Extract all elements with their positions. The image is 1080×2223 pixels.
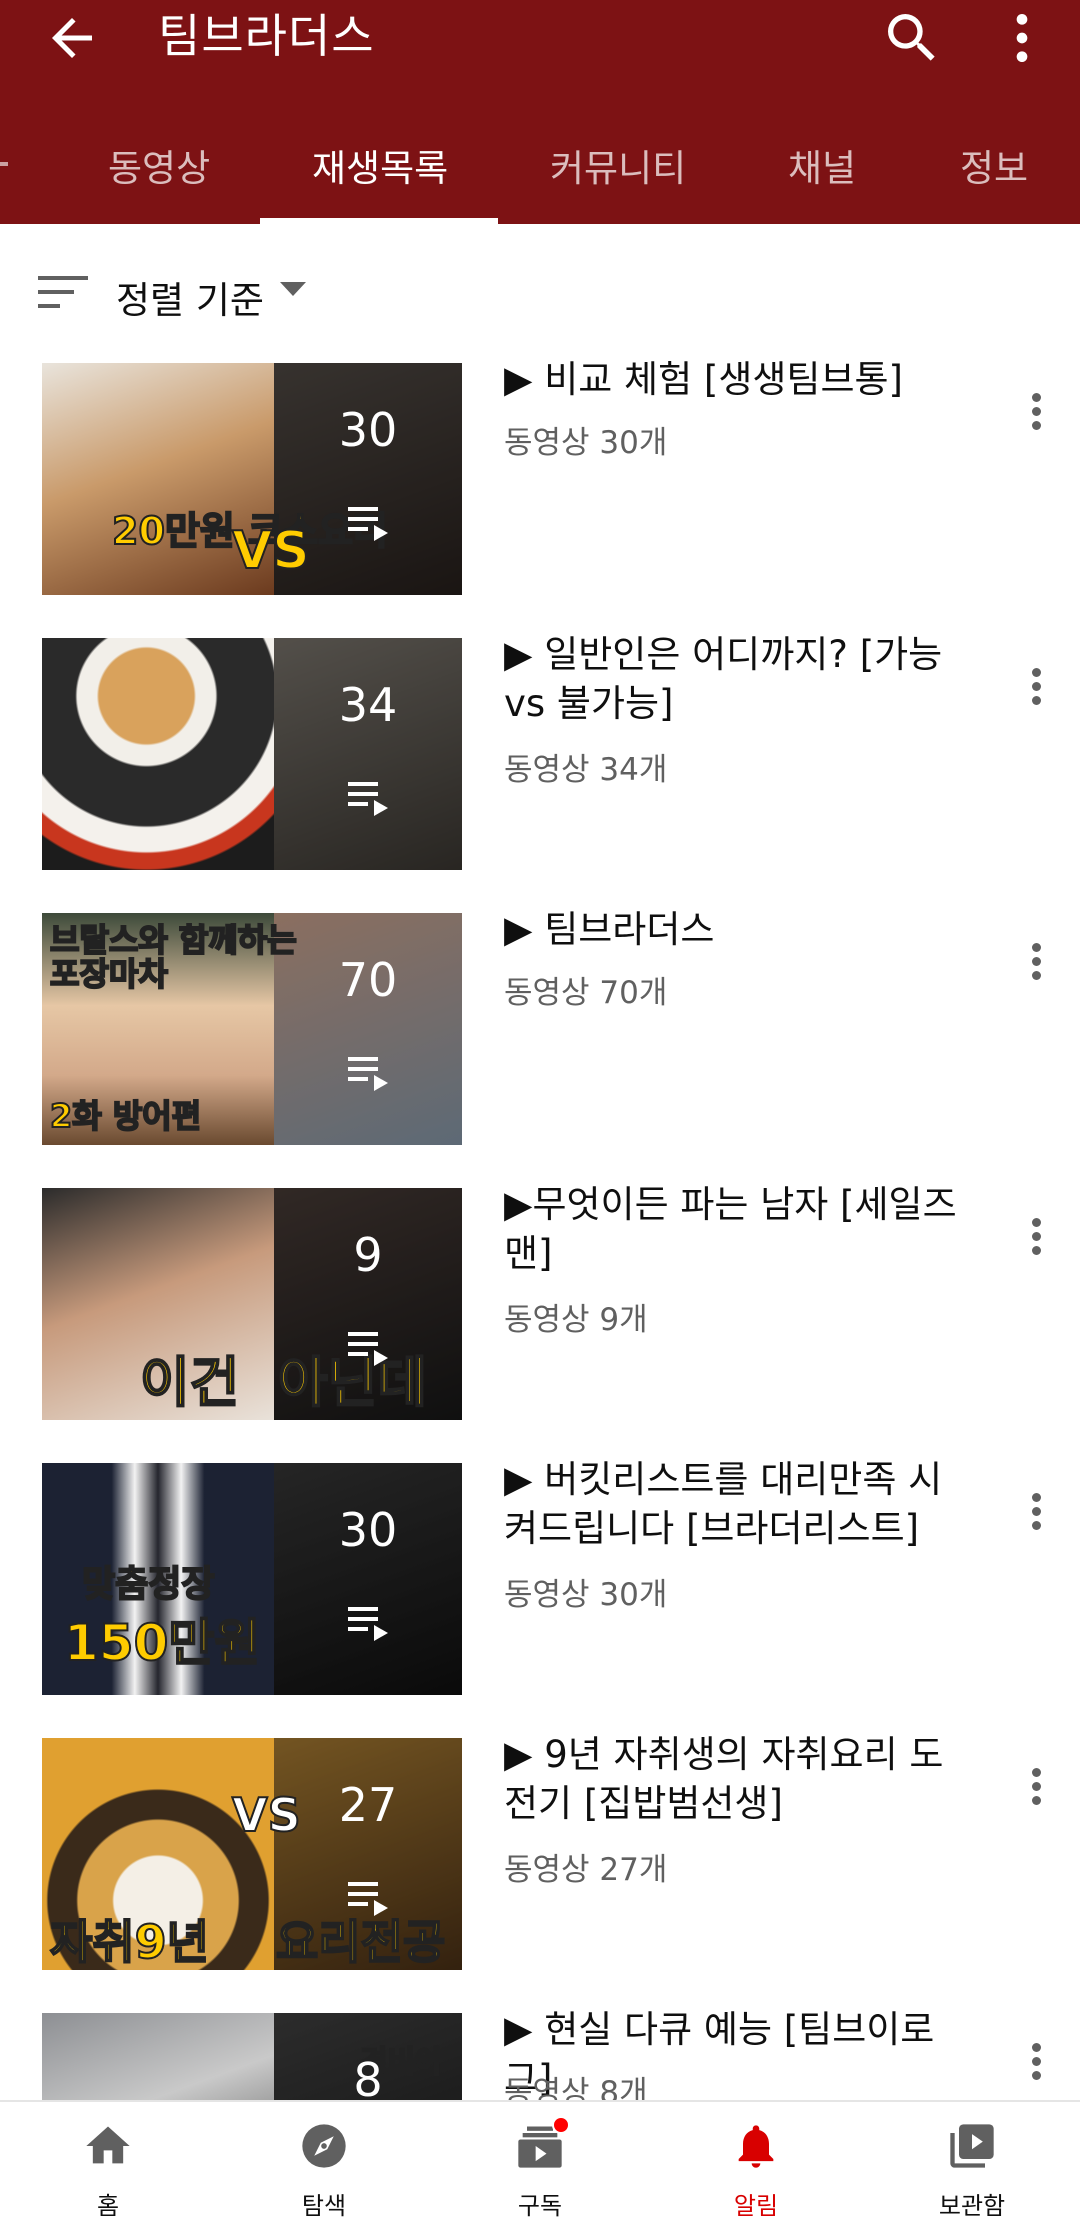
playlist-more-button[interactable] [1016, 1752, 1056, 1812]
bottom-navigation: 홈 탐색 구독 알림 보관함 [0, 2100, 1080, 2223]
playlist-subtitle: 동영상 30개 [504, 425, 668, 461]
nav-notifications[interactable]: 알림 [648, 2102, 864, 2223]
playlist-play-icon [348, 1882, 388, 1916]
playlist-thumbnail[interactable]: 이건 아닌데 9 [42, 1188, 462, 1420]
playlist-title[interactable]: ▶ 팀브라더스 [504, 905, 974, 954]
nav-library[interactable]: 보관함 [864, 2102, 1080, 2223]
playlist-item[interactable]: 34 ▶ 일반인은 어디까지? [가능 vs 불가능] 동영상 34개 [0, 633, 1080, 870]
channel-title: 팀브라더스 [158, 9, 375, 63]
library-icon [950, 2124, 994, 2168]
playlist-video-count: 30 [338, 1503, 398, 1557]
playlist-play-icon [348, 1332, 388, 1366]
tab-community[interactable]: 커뮤니티 [550, 138, 686, 192]
playlist-subtitle: 동영상 30개 [504, 1577, 668, 1613]
playlist-more-button[interactable] [1016, 1477, 1056, 1537]
playlist-title[interactable]: ▶무엇이든 파는 남자 [세일즈맨] [504, 1180, 974, 1278]
back-button[interactable] [42, 8, 102, 68]
nav-label: 탐색 [301, 2192, 347, 2220]
dropdown-caret-icon [280, 282, 306, 296]
playlist-subtitle: 동영상 9개 [504, 1302, 648, 1338]
thumbnail-caption: 포장마차 [49, 954, 169, 994]
playlist-thumbnail[interactable]: 맞춤정장 150만원 30 [42, 1463, 462, 1695]
playlist-title[interactable]: ▶ 비교 체험 [생생팀브통] [504, 355, 974, 404]
arrow-back-icon [52, 18, 92, 58]
nav-label: 알림 [733, 2192, 779, 2220]
playlist-title[interactable]: ▶ 일반인은 어디까지? [가능 vs 불가능] [504, 630, 974, 728]
playlist-subtitle: 동영상 70개 [504, 975, 668, 1011]
search-icon [888, 14, 935, 61]
playlist-video-count: 70 [338, 953, 398, 1007]
nav-label: 구독 [517, 2192, 563, 2220]
playlist-thumbnail[interactable]: 브랄스와 함께하는 포장마차 2화 방어편 70 [42, 913, 462, 1145]
sort-label: 정렬 기준 [116, 279, 264, 322]
active-tab-indicator [260, 218, 498, 224]
playlist-more-button[interactable] [1016, 1202, 1056, 1262]
thumbnail-image [42, 638, 274, 870]
thumbnail-caption: 맞춤정장 [81, 1563, 215, 1606]
playlist-play-icon [348, 1057, 388, 1091]
playlist-thumbnail[interactable]: 34 [42, 638, 462, 870]
playlist-title[interactable]: ▶ 9년 자취생의 자취요리 도전기 [집밥범선생] [504, 1730, 974, 1828]
thumbnail-caption: 150만원 [63, 1613, 261, 1673]
playlist-item[interactable]: 브랄스와 함께하는 포장마차 2화 방어편 70 ▶ 팀브라더스 동영상 70개 [0, 908, 1080, 1145]
playlist-item[interactable]: 이건 아닌데 9 ▶무엇이든 파는 남자 [세일즈맨] 동영상 9개 [0, 1183, 1080, 1420]
thumbnail-overlay [274, 913, 462, 1145]
playlist-video-count: 27 [338, 1778, 398, 1832]
channel-tabs: 동영상 재생목록 커뮤니티 채널 정보 [0, 120, 1080, 224]
thumbnail-overlay [274, 638, 462, 870]
bell-icon [738, 2125, 774, 2168]
explore-icon [302, 2124, 346, 2168]
sort-icon [38, 276, 88, 308]
tab-about[interactable]: 정보 [960, 138, 1028, 192]
nav-home[interactable]: 홈 [0, 2102, 216, 2223]
home-icon [86, 2126, 130, 2164]
playlist-play-icon [348, 507, 388, 541]
thumbnail-caption: 자취9년 [49, 1914, 210, 1970]
top-app-bar: 팀브라더스 [0, 0, 1080, 80]
playlist-subtitle: 동영상 27개 [504, 1852, 668, 1888]
playlist-more-button[interactable] [1016, 377, 1056, 437]
channel-header: 팀브라더스 동영상 재생목록 커뮤니티 채널 정보 [0, 0, 1080, 224]
playlist-play-icon [348, 1607, 388, 1641]
playlist-more-button[interactable] [1016, 2027, 1056, 2087]
tab-scroll-edge [0, 162, 8, 166]
nav-label: 홈 [96, 2192, 120, 2220]
playlist-play-icon [348, 782, 388, 816]
playlist-video-count: 8 [353, 2053, 383, 2107]
more-vert-icon [1016, 14, 1028, 62]
nav-label: 보관함 [938, 2192, 1006, 2220]
playlist-more-button[interactable] [1016, 652, 1056, 712]
notification-badge [552, 2116, 570, 2134]
playlist-item[interactable]: 맞춤정장 150만원 30 ▶ 버킷리스트를 대리만족 시켜드립니다 [브라더리… [0, 1458, 1080, 1695]
playlist-video-count: 30 [338, 403, 398, 457]
sort-button[interactable]: 정렬 기준 [38, 262, 338, 322]
tab-videos[interactable]: 동영상 [108, 138, 210, 192]
search-button[interactable] [880, 6, 944, 70]
tab-playlists[interactable]: 재생목록 [312, 138, 448, 192]
thumbnail-caption: 이건 [139, 1350, 240, 1415]
nav-subscriptions[interactable]: 구독 [432, 2102, 648, 2223]
playlist-title[interactable]: ▶ 버킷리스트를 대리만족 시켜드립니다 [브라더리스트] [504, 1455, 974, 1553]
playlist-more-button[interactable] [1016, 927, 1056, 987]
playlist-subtitle: 동영상 34개 [504, 752, 668, 788]
thumbnail-overlay [274, 1463, 462, 1695]
playlist-video-count: 34 [338, 678, 398, 732]
thumbnail-caption: VS [231, 520, 311, 582]
tab-channels[interactable]: 채널 [788, 138, 856, 192]
playlist-thumbnail[interactable]: VS 자취9년 요리전공 27 [42, 1738, 462, 1970]
playlist-thumbnail[interactable]: 20만원 코스요리 VS 30 [42, 363, 462, 595]
nav-explore[interactable]: 탐색 [216, 2102, 432, 2223]
playlist-item[interactable]: VS 자취9년 요리전공 27 ▶ 9년 자취생의 자취요리 도전기 [집밥범선… [0, 1733, 1080, 1970]
playlist-item[interactable]: 20만원 코스요리 VS 30 ▶ 비교 체험 [생생팀브통] 동영상 30개 [0, 358, 1080, 595]
playlist-video-count: 9 [353, 1228, 383, 1282]
thumbnail-caption: 2화 방어편 [49, 1096, 202, 1136]
more-options-button[interactable] [990, 6, 1054, 70]
